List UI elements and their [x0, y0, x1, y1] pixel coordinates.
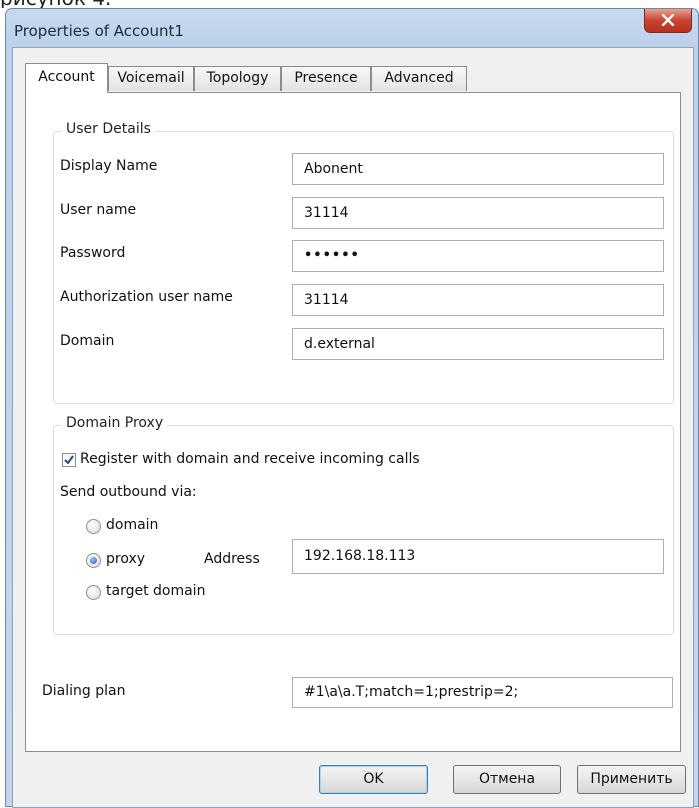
close-button[interactable] [644, 9, 692, 33]
properties-dialog: Properties of Account1 Account Voicemail… [5, 8, 699, 808]
dialog-client-area: Account Voicemail Topology Presence Adva… [12, 47, 694, 808]
proxy-radio-label[interactable]: proxy [106, 551, 145, 567]
window-title: Properties of Account1 [14, 22, 184, 40]
tab-voicemail[interactable]: Voicemail [108, 66, 194, 91]
domain-proxy-legend: Domain Proxy [62, 415, 168, 431]
domain-radio-label[interactable]: domain [106, 517, 158, 533]
auth-user-name-label: Authorization user name [60, 289, 233, 305]
tab-advanced[interactable]: Advanced [371, 66, 467, 91]
domain-radio[interactable] [86, 519, 101, 534]
tab-topology[interactable]: Topology [194, 66, 281, 91]
password-field[interactable]: •••••• [292, 240, 664, 272]
ok-button[interactable]: OK [319, 765, 428, 794]
password-label: Password [60, 245, 126, 261]
domain-field[interactable]: d.external [292, 328, 664, 360]
target-domain-radio[interactable] [86, 585, 101, 600]
send-outbound-label: Send outbound via: [60, 484, 197, 500]
checkmark-icon [64, 455, 74, 465]
account-tab-panel: User Details Display Name Abonent User n… [25, 92, 681, 752]
register-checkbox[interactable] [62, 453, 76, 467]
display-name-label: Display Name [60, 158, 158, 174]
register-checkbox-label[interactable]: Register with domain and receive incomin… [80, 451, 420, 467]
cancel-button[interactable]: Отмена [453, 765, 561, 794]
display-name-field[interactable]: Abonent [292, 153, 664, 185]
address-label: Address [204, 551, 260, 567]
user-details-legend: User Details [62, 121, 155, 137]
dialing-plan-field[interactable]: #1\a\a.T;match=1;prestrip=2; [292, 677, 673, 708]
domain-proxy-group: Domain Proxy Register with domain and re… [53, 415, 674, 635]
proxy-address-field[interactable]: 192.168.18.113 [292, 539, 664, 574]
background-caption: рисунок 4. [0, 0, 699, 8]
user-details-group: User Details Display Name Abonent User n… [53, 121, 674, 404]
user-name-label: User name [60, 202, 137, 218]
user-name-field[interactable]: 31114 [292, 197, 664, 229]
dialing-plan-label: Dialing plan [42, 683, 126, 699]
target-domain-radio-label[interactable]: target domain [106, 583, 205, 599]
close-icon [661, 14, 675, 26]
apply-button[interactable]: Применить [577, 765, 686, 794]
auth-user-name-field[interactable]: 31114 [292, 284, 664, 316]
tab-account[interactable]: Account [25, 63, 108, 93]
tab-presence[interactable]: Presence [281, 66, 371, 91]
proxy-radio[interactable] [86, 553, 101, 568]
title-bar[interactable]: Properties of Account1 [6, 9, 698, 47]
domain-label: Domain [60, 333, 115, 349]
